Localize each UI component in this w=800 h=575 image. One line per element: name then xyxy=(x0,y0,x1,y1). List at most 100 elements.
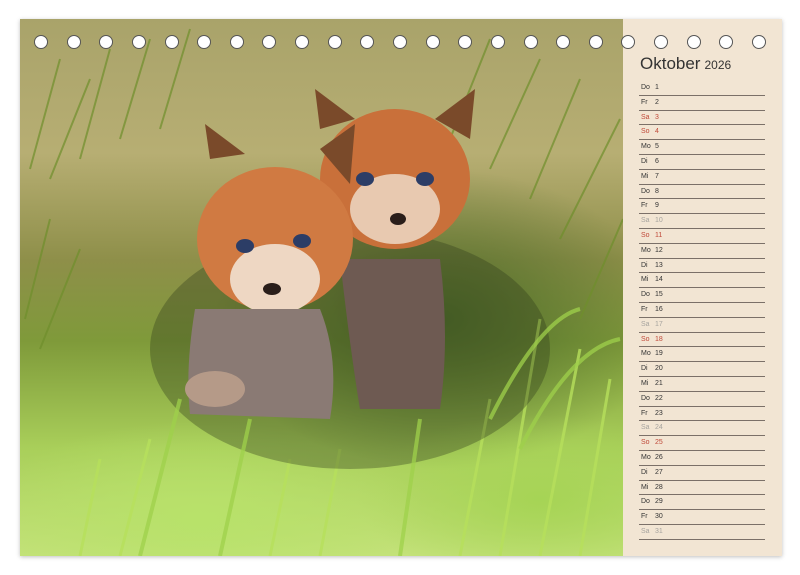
day-number: 10 xyxy=(655,217,663,225)
day-row: Sa 24 xyxy=(639,421,765,437)
fox-cubs-photo xyxy=(20,19,623,556)
day-number: 19 xyxy=(655,350,663,358)
day-number: 8 xyxy=(655,187,659,195)
day-name: Mo xyxy=(641,246,651,254)
day-name: So xyxy=(641,231,650,239)
day-name: Do xyxy=(641,498,650,506)
day-number: 21 xyxy=(655,379,663,387)
day-number: 13 xyxy=(655,261,663,269)
day-number: 3 xyxy=(655,113,659,121)
day-row: Di 20 xyxy=(639,362,765,377)
day-number: 16 xyxy=(655,305,663,313)
day-row: Do 15 xyxy=(639,288,765,303)
day-row: Mi 28 xyxy=(639,481,765,496)
day-name: Mo xyxy=(641,143,651,151)
day-number: 24 xyxy=(655,424,663,432)
day-row: Do 8 xyxy=(639,185,765,200)
day-number: 22 xyxy=(655,394,663,402)
day-number: 29 xyxy=(655,498,663,506)
day-row: Fr 9 xyxy=(639,199,765,215)
day-row: Do 22 xyxy=(639,392,765,407)
day-name: Sa xyxy=(641,527,650,535)
day-number: 7 xyxy=(655,172,659,180)
day-name: So xyxy=(641,128,650,136)
day-name: Fr xyxy=(641,409,648,417)
day-number: 9 xyxy=(655,202,659,210)
two-fox-cubs-icon xyxy=(24,28,623,556)
day-name: Mi xyxy=(641,172,649,180)
day-row: So 18 xyxy=(639,333,765,348)
day-row: Mi 14 xyxy=(639,273,765,289)
day-row: Fr 23 xyxy=(639,407,765,422)
day-name: Di xyxy=(641,468,648,476)
day-name: Sa xyxy=(641,424,650,432)
day-name: Mi xyxy=(641,483,649,491)
day-row: So 11 xyxy=(639,229,765,244)
day-name: Sa xyxy=(641,320,650,328)
day-number: 31 xyxy=(655,527,663,535)
day-name: Sa xyxy=(641,113,650,121)
day-number: 30 xyxy=(655,513,663,521)
day-name: Do xyxy=(641,394,650,402)
day-number: 11 xyxy=(655,231,663,239)
day-number: 1 xyxy=(655,84,659,91)
day-name: Fr xyxy=(641,305,648,313)
day-row: Sa 3 xyxy=(639,111,765,126)
day-name: Do xyxy=(641,187,650,195)
day-row: Sa 17 xyxy=(639,318,765,333)
day-name: Mo xyxy=(641,453,651,461)
day-name: So xyxy=(641,439,650,447)
day-name: Do xyxy=(641,84,650,91)
day-number: 4 xyxy=(655,128,659,136)
day-row: Sa 10 xyxy=(639,214,765,229)
day-row: Mo 26 xyxy=(639,451,765,466)
day-row: Di 6 xyxy=(639,155,765,170)
day-name: Di xyxy=(641,157,648,165)
day-list: Do 1 Fr 2 Sa 3 So 4 Mo 5 Di 6 Mi 7 Do 8 Fr 9 Sa 10 So 11 Mo 12 D… xyxy=(639,81,765,540)
day-name: Sa xyxy=(641,217,650,225)
day-name: Do xyxy=(641,291,650,299)
day-number: 20 xyxy=(655,365,663,373)
day-row: Fr 2 xyxy=(639,96,765,111)
day-name: Di xyxy=(641,365,648,373)
day-name: Fr xyxy=(641,513,648,521)
day-number: 27 xyxy=(655,468,663,476)
day-row: So 4 xyxy=(639,125,765,141)
day-number: 23 xyxy=(655,409,663,417)
day-row: So 25 xyxy=(639,436,765,451)
day-row: Mo 12 xyxy=(639,244,765,259)
day-row: Mi 21 xyxy=(639,377,765,392)
day-row: Di 13 xyxy=(639,259,765,274)
day-number: 28 xyxy=(655,483,663,491)
day-number: 2 xyxy=(655,98,659,106)
day-row: Mo 19 xyxy=(639,347,765,363)
month-year: 2026 xyxy=(704,58,732,72)
day-name: Mo xyxy=(641,350,651,358)
day-row: Di 27 xyxy=(639,466,765,481)
calendar-panel: Oktober 2026 Do 1 Fr 2 Sa 3 So 4 Mo 5 Di 6 Mi 7 Do 8 Fr 9 S… xyxy=(623,19,782,556)
month-name: Oktober xyxy=(640,54,701,73)
day-name: So xyxy=(641,335,650,343)
day-name: Fr xyxy=(641,98,648,106)
day-row: Fr 30 xyxy=(639,510,765,525)
day-number: 26 xyxy=(655,453,663,461)
day-number: 14 xyxy=(655,276,663,284)
day-number: 17 xyxy=(655,320,663,328)
day-number: 15 xyxy=(655,291,663,299)
day-name: Fr xyxy=(641,202,648,210)
day-number: 5 xyxy=(655,143,659,151)
day-row: Mi 7 xyxy=(639,170,765,185)
day-row: Sa 31 xyxy=(639,525,765,540)
day-number: 12 xyxy=(655,246,663,254)
day-name: Di xyxy=(641,261,648,269)
day-name: Mi xyxy=(641,276,649,284)
day-name: Mi xyxy=(641,379,649,387)
day-row: Do 29 xyxy=(639,495,765,511)
day-row: Mo 5 xyxy=(639,140,765,155)
day-number: 6 xyxy=(655,157,659,165)
day-row: Fr 16 xyxy=(639,303,765,318)
month-title: Oktober 2026 xyxy=(640,54,731,74)
day-number: 25 xyxy=(655,439,663,447)
day-row: Do 1 xyxy=(639,81,765,96)
day-number: 18 xyxy=(655,335,663,343)
